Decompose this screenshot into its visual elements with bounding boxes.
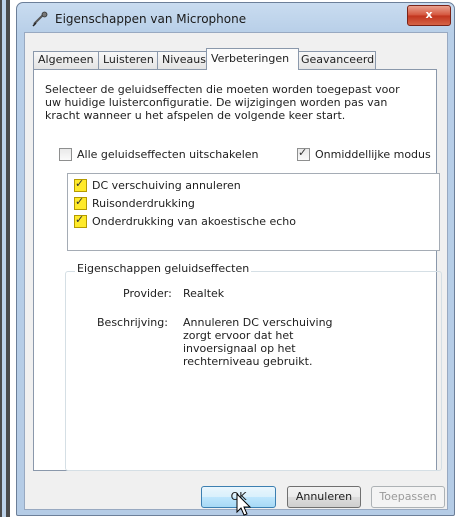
immediate-mode-checkbox[interactable]: Onmiddellijke modus [297, 146, 431, 161]
dialog-client-area: Algemeen Luisteren Niveaus Verbeteringen… [24, 32, 448, 510]
effect-properties-title: Eigenschappen geluidseffecten [75, 262, 252, 275]
microphone-icon [32, 11, 48, 27]
effect-properties-group [65, 271, 442, 471]
tab-geavanceerd[interactable]: Geavanceerd [296, 51, 376, 69]
tab-niveaus[interactable]: Niveaus [157, 51, 210, 69]
tab-verbeteringen[interactable]: Verbeteringen [206, 48, 299, 70]
checkbox-box[interactable] [59, 148, 72, 161]
instructions-text: Selecteer de geluidseffecten die moeten … [45, 83, 400, 122]
effects-list[interactable]: DC verschuiving annuleren Ruisonderdrukk… [67, 173, 440, 251]
apply-button[interactable]: Toepassen [371, 486, 445, 508]
background-window-edge [0, 0, 10, 517]
checkbox-box[interactable] [74, 195, 87, 210]
list-item-dc-offset[interactable]: DC verschuiving annuleren [74, 177, 241, 192]
description-label: Beschrijving: [97, 316, 168, 329]
list-item-label: Onderdrukking van akoestische echo [92, 215, 296, 228]
description-value: Annuleren DC verschuiving zorgt ervoor d… [183, 316, 333, 368]
tab-algemeen[interactable]: Algemeen [33, 51, 101, 69]
list-item-echo-cancellation[interactable]: Onderdrukking van akoestische echo [74, 213, 296, 228]
provider-label: Provider: [123, 287, 172, 300]
list-item-label: DC verschuiving annuleren [92, 179, 241, 192]
window-title: Eigenschappen van Microphone [55, 12, 247, 26]
mouse-pointer-icon [236, 493, 252, 516]
disable-all-effects-checkbox[interactable]: Alle geluidseffecten uitschakelen [59, 148, 259, 161]
cancel-button[interactable]: Annuleren [287, 486, 361, 508]
provider-value: Realtek [183, 287, 225, 300]
immediate-mode-label: Onmiddellijke modus [315, 148, 431, 161]
properties-dialog: Eigenschappen van Microphone x Algemeen … [16, 2, 455, 516]
title-bar[interactable]: Eigenschappen van Microphone x [17, 3, 454, 33]
list-item-noise-suppression[interactable]: Ruisonderdrukking [74, 195, 195, 210]
disable-all-effects-label: Alle geluidseffecten uitschakelen [77, 148, 259, 161]
close-button[interactable]: x [407, 5, 451, 26]
checkbox-box[interactable] [74, 213, 87, 228]
tab-luisteren[interactable]: Luisteren [98, 51, 160, 69]
list-item-label: Ruisonderdrukking [92, 197, 195, 210]
checkbox-box[interactable] [74, 177, 87, 192]
checkbox-box[interactable] [297, 146, 310, 161]
